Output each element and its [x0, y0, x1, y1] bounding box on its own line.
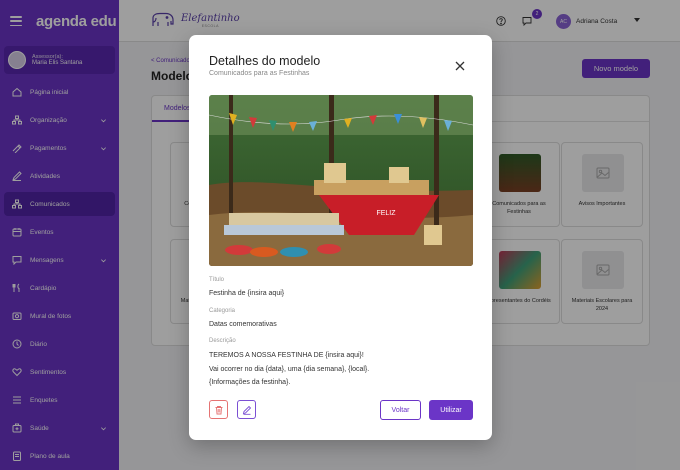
category-value: Datas comemorativas — [209, 321, 277, 328]
banner-text: FELIZ — [376, 210, 396, 217]
template-details-modal: Detalhes do modelo Comunicados para as F… — [189, 35, 492, 440]
description-label: Descrição — [209, 338, 236, 344]
category-label: Categoria — [209, 308, 236, 314]
modal-title: Detalhes do modelo — [209, 54, 321, 68]
use-template-button[interactable]: Utilizar — [429, 400, 473, 420]
modal-subtitle: Comunicados para as Festinhas — [209, 70, 310, 77]
close-icon[interactable] — [454, 60, 466, 72]
pencil-icon — [242, 405, 251, 415]
edit-button[interactable] — [237, 400, 256, 419]
trash-icon — [215, 405, 222, 414]
title-value: Festinha de {insira aqui} — [209, 290, 285, 297]
back-button[interactable]: Voltar — [380, 400, 421, 420]
title-label: Título — [209, 277, 225, 283]
template-image: FELIZ — [209, 95, 473, 266]
delete-button[interactable] — [209, 400, 228, 419]
description-value: TEREMOS A NOSSA FESTINHA DE {insira aqui… — [209, 352, 370, 386]
